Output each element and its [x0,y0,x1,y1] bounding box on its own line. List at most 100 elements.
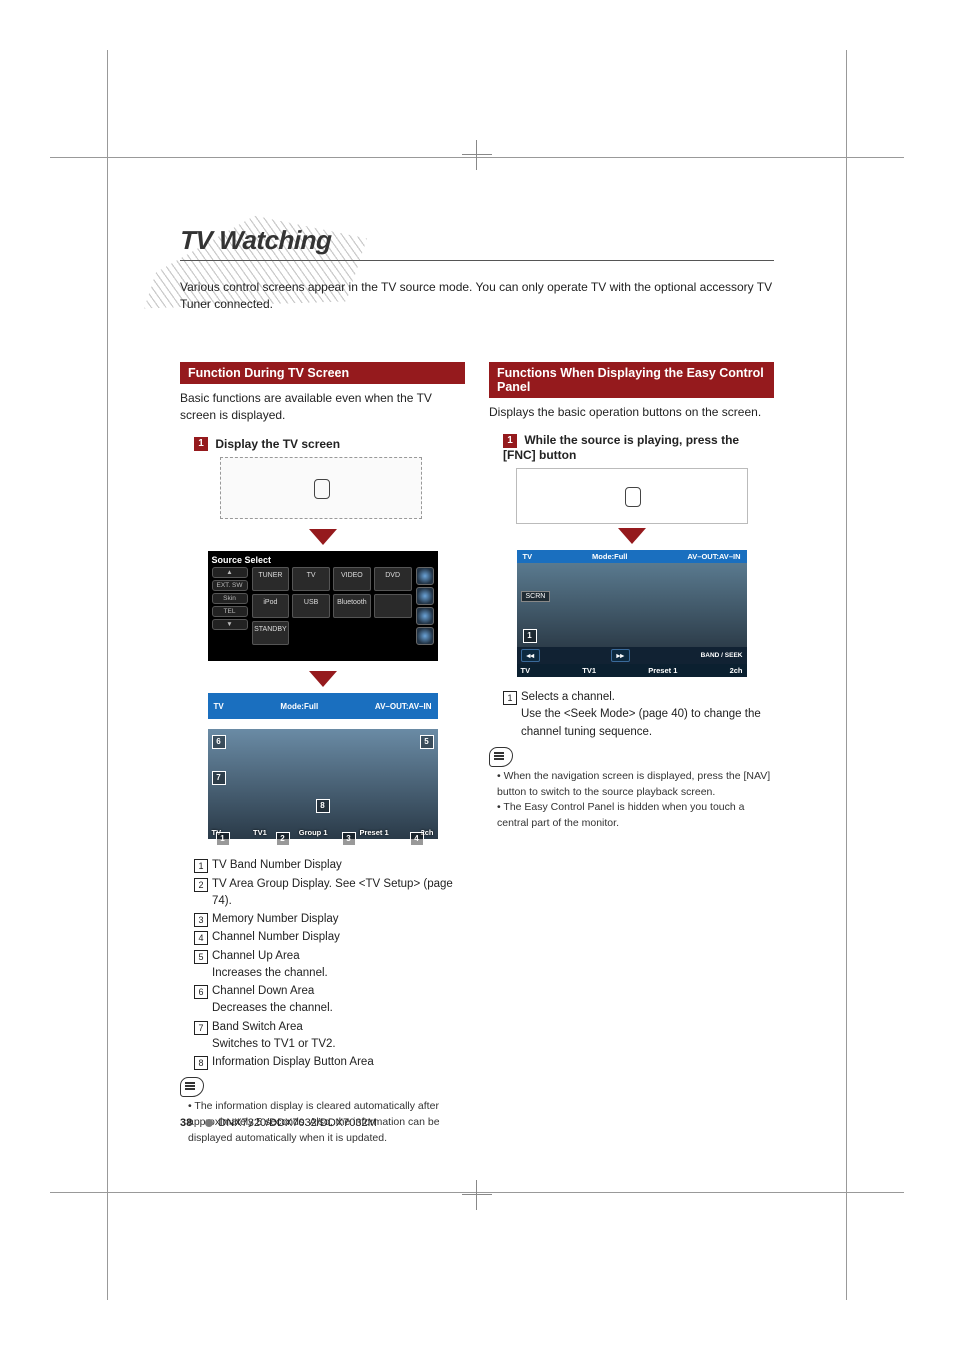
keysub: Decreases the channel. [212,1002,333,1014]
side-icon [416,607,434,625]
source-cell: VIDEO [333,567,371,591]
step-label: Display the TV screen [215,437,340,451]
keytext: TV Area Group Display. See <TV Setup> (p… [212,878,453,907]
callout-7: 7 [212,771,226,785]
keynum: 8 [194,1056,208,1070]
step-number-badge: 1 [194,437,208,451]
source-cell: STANDBY [252,621,290,645]
callout-1: 1 [216,832,230,846]
sidebar-pill: ▼ [212,619,248,630]
keytext: TV Band Number Display [212,859,342,871]
section-body-right: Displays the basic operation buttons on … [489,404,774,421]
osd-ch: 2ch [730,666,743,675]
bullet-icon [205,1119,213,1127]
down-arrow-icon [618,528,646,544]
sidebar-pill: EXT. SW [212,580,248,591]
osd-mode: Mode:Full [592,552,627,561]
source-select-title: Source Select [212,555,434,565]
keynum: 5 [194,950,208,964]
sidebar-pill: ▲ [212,567,248,578]
faceplate-sketch-right [516,468,748,524]
source-cell: iPod [252,594,290,618]
keynum: 6 [194,985,208,999]
next-button: ▸▸ [611,649,631,662]
side-icon [416,587,434,605]
osd-group: Group 1 [299,828,328,837]
left-keylist: 1 TV Band Number Display 2 TV Area Group D… [180,857,465,1071]
osd-tv1: TV1 [253,828,267,837]
tv-osd-header: TV Mode:Full AV–OUT:AV–IN [208,693,438,719]
down-arrow-icon [309,529,337,545]
step-display-tv: 1 Display the TV screen [194,437,465,452]
finger-tap-icon [314,479,330,499]
callout-5: 5 [420,735,434,749]
keysub: Switches to TV1 or TV2. [212,1038,336,1050]
page-title: TV Watching [179,225,332,256]
prev-button: ◂◂ [521,649,541,662]
osd-avout: AV–OUT:AV–IN [375,702,432,711]
tv-screenshot: 6 7 5 8 TV TV1 Group 1 Preset 1 2ch 1 2 … [208,729,438,839]
section-head-left: Function During TV Screen [180,362,465,384]
osd-seek: BAND / SEEK [701,652,743,659]
intro-text: Various control screens appear in the TV… [180,279,774,314]
easy-control-panel-screenshot: TV Mode:Full AV–OUT:AV–IN SCRN 1 ◂◂ ▸▸ B… [517,550,747,677]
source-cell: TV [292,567,330,591]
source-cell: DVD [374,567,412,591]
left-column: Function During TV Screen Basic function… [180,362,465,1147]
step-press-fnc: 1 While the source is playing, press the… [503,433,774,462]
right-column: Functions When Displaying the Easy Contr… [489,362,774,1147]
keynum: 7 [194,1021,208,1035]
note-icon [180,1077,204,1097]
keysub: Increases the channel. [212,967,328,979]
callout-1: 1 [523,629,537,643]
sidebar-pill: TEL [212,606,248,617]
keynum: 4 [194,931,208,945]
callout-2: 2 [276,832,290,846]
osd-source: TV [214,702,224,711]
keytext: Band Switch Area [212,1021,303,1033]
callout-8: 8 [316,799,330,813]
osd-preset: Preset 1 [359,828,388,837]
keytext: Memory Number Display [212,913,339,925]
keynum: 2 [194,878,208,892]
callout-4: 4 [410,832,424,846]
source-cell: TUNER [252,567,290,591]
keytext: Information Display Button Area [212,1056,374,1068]
keynum: 1 [194,859,208,873]
title-underline [180,260,774,261]
side-icon [416,627,434,645]
keytext: Channel Number Display [212,931,340,943]
keytext: Channel Up Area [212,950,300,962]
osd-preset: Preset 1 [648,666,677,675]
keytext: Selects a channel. [521,691,615,703]
faceplate-sketch [220,457,422,519]
finger-tap-icon [625,487,641,507]
keytext: Channel Down Area [212,985,314,997]
keynum: 3 [194,913,208,927]
crop-cross-icon [462,1180,492,1210]
osd-tv: TV [521,666,531,675]
right-notes: When the navigation screen is displayed,… [489,769,774,832]
model-string: DNX7320/DDX7032/DDX7032M [218,1117,376,1129]
keysub: Use the <Seek Mode> (page 40) to change … [521,708,761,737]
step-label: While the source is playing, press the [… [503,433,739,462]
callout-6: 6 [212,735,226,749]
page-number: 38 [180,1117,192,1129]
note-text: The Easy Control Panel is hidden when yo… [497,800,774,832]
note-icon [489,747,513,767]
source-cell: Bluetooth [333,594,371,618]
note-text: When the navigation screen is displayed,… [497,769,774,801]
crop-cross-icon [462,140,492,170]
osd-tv1: TV1 [582,666,596,675]
source-select-screenshot: Source Select ▲ EXT. SW Skin TEL ▼ TUNER [208,551,438,661]
sidebar-pill: Skin [212,593,248,604]
down-arrow-icon [309,671,337,687]
source-cell [374,594,412,618]
keynum: 1 [503,691,517,705]
right-keylist: 1 Selects a channel. Use the <Seek Mode> (… [489,689,774,741]
osd-source: TV [523,552,533,561]
trim-mark [846,50,847,1300]
osd-mode: Mode:Full [280,702,318,711]
source-cell: USB [292,594,330,618]
scrn-button: SCRN [521,591,551,602]
